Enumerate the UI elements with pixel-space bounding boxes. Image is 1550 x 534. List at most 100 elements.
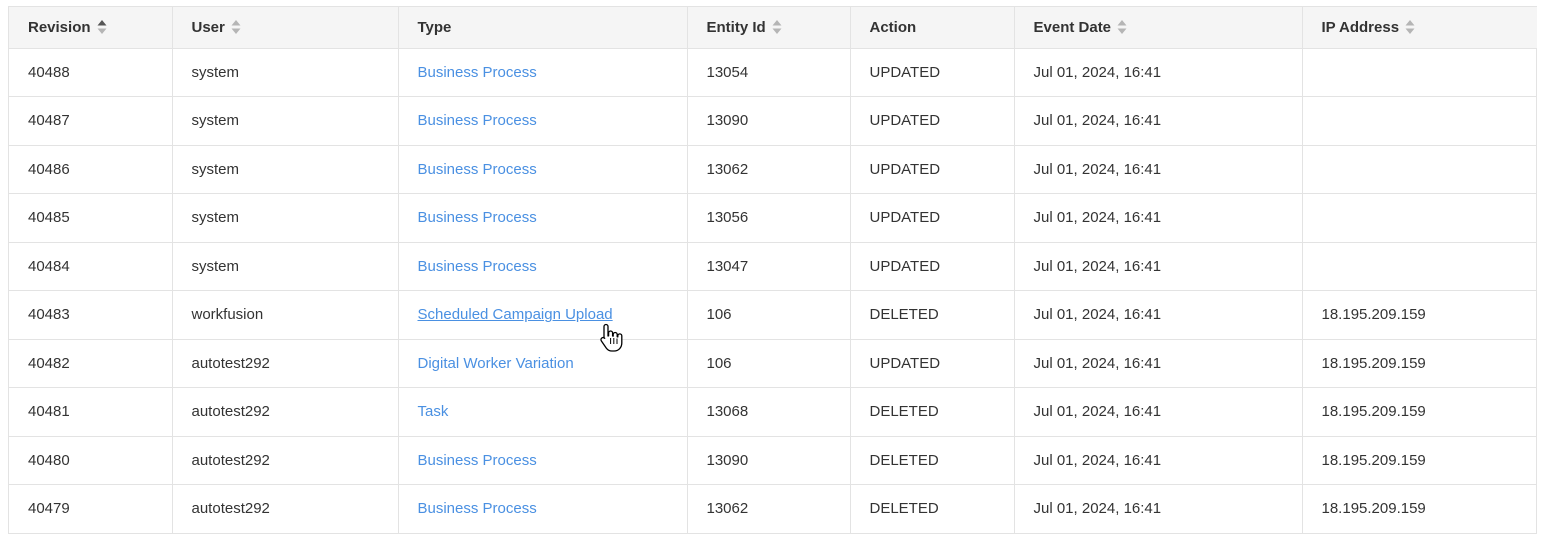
- sort-arrows-icon[interactable]: [1117, 19, 1127, 35]
- table-row: 40488 system Business Process 13054 UPDATED J…: [9, 48, 1537, 97]
- cell-event-date: Jul 01, 2024, 16:41: [1014, 145, 1303, 194]
- cell-event-date: Jul 01, 2024, 16:41: [1014, 290, 1303, 340]
- audit-log-table: Revision User Type Entity Id Action Event Dat…: [9, 7, 1537, 534]
- cell-value: DELETED: [869, 306, 939, 324]
- cell-ip-address: [1302, 48, 1537, 97]
- cell-action: UPDATED: [850, 145, 1015, 194]
- cell-value: 18.195.209.159: [1321, 306, 1426, 324]
- cell-ip-address: 18.195.209.159: [1302, 339, 1537, 388]
- cell-ip-address: [1302, 193, 1537, 243]
- type-link[interactable]: Business Process: [418, 209, 537, 226]
- table-row: 40480 autotest292 Business Process 13090 DEL…: [9, 436, 1537, 485]
- cell-value: Jul 01, 2024, 16:41: [1033, 403, 1162, 421]
- cell-event-date: Jul 01, 2024, 16:41: [1014, 48, 1303, 97]
- cell-revision: 40480: [9, 436, 173, 485]
- column-header-entity-id[interactable]: Entity Id: [687, 7, 851, 49]
- cell-value: Jul 01, 2024, 16:41: [1033, 209, 1162, 227]
- column-header-revision[interactable]: Revision: [9, 7, 173, 49]
- cell-event-date: Jul 01, 2024, 16:41: [1014, 387, 1303, 437]
- cell-value: 40484: [28, 257, 70, 275]
- cell-value: 106: [706, 306, 732, 324]
- table-row: 40484 system Business Process 13047 UPDATED J…: [9, 242, 1537, 291]
- cell-ip-address: 18.195.209.159: [1302, 290, 1537, 340]
- cell-entity-id: 13047: [687, 242, 851, 291]
- table-body: 40488 system Business Process 13054 UPDATED J…: [9, 48, 1537, 534]
- cell-entity-id: 106: [687, 290, 851, 340]
- cell-value: 40481: [28, 403, 70, 421]
- table-row: 40485 system Business Process 13056 UPDATED J…: [9, 193, 1537, 243]
- sort-arrows-icon[interactable]: [231, 19, 241, 35]
- type-link[interactable]: Task: [418, 403, 449, 420]
- column-header-ip-address[interactable]: IP Address: [1302, 7, 1537, 49]
- cell-value: workfusion: [191, 306, 264, 324]
- sort-arrows-icon[interactable]: [772, 19, 782, 35]
- column-header-user[interactable]: User: [172, 7, 399, 49]
- type-link[interactable]: Business Process: [418, 258, 537, 275]
- cell-value: autotest292: [191, 354, 270, 372]
- column-header-label: User: [191, 18, 225, 36]
- type-link[interactable]: Business Process: [418, 161, 537, 178]
- cell-event-date: Jul 01, 2024, 16:41: [1014, 193, 1303, 243]
- column-header-event-date[interactable]: Event Date: [1014, 7, 1303, 49]
- cell-type: Business Process: [398, 436, 688, 485]
- cell-value: UPDATED: [869, 209, 941, 227]
- column-header-label: IP Address: [1321, 18, 1400, 36]
- cell-entity-id: 13062: [687, 145, 851, 194]
- cell-type: Digital Worker Variation: [398, 339, 688, 388]
- cell-value: 40480: [28, 451, 70, 469]
- column-header-action: Action: [850, 7, 1015, 49]
- cell-revision: 40479: [9, 484, 173, 534]
- cell-revision: 40481: [9, 387, 173, 437]
- cell-value: system: [191, 112, 240, 130]
- cell-action: DELETED: [850, 484, 1015, 534]
- cell-value: UPDATED: [869, 63, 941, 81]
- column-header-label: Entity Id: [706, 18, 766, 36]
- cell-user: system: [172, 96, 399, 146]
- table-row: 40479 autotest292 Business Process 13062 DEL…: [9, 484, 1537, 534]
- cell-value: system: [191, 63, 240, 81]
- cell-user: autotest292: [172, 436, 399, 485]
- type-link[interactable]: Scheduled Campaign Upload: [418, 306, 613, 323]
- cell-value: Jul 01, 2024, 16:41: [1033, 354, 1162, 372]
- cell-entity-id: 13054: [687, 48, 851, 97]
- cell-value: 40479: [28, 500, 70, 518]
- cell-ip-address: 18.195.209.159: [1302, 484, 1537, 534]
- table-row: 40486 system Business Process 13062 UPDATED J…: [9, 145, 1537, 194]
- type-link[interactable]: Business Process: [418, 500, 537, 517]
- cell-entity-id: 13062: [687, 484, 851, 534]
- type-link[interactable]: Business Process: [418, 64, 537, 81]
- cell-value: 18.195.209.159: [1321, 500, 1426, 518]
- cell-type: Business Process: [398, 48, 688, 97]
- cell-value: DELETED: [869, 403, 939, 421]
- cell-value: 13047: [706, 257, 749, 275]
- cell-value: Jul 01, 2024, 16:41: [1033, 306, 1162, 324]
- cell-action: UPDATED: [850, 339, 1015, 388]
- cell-user: autotest292: [172, 387, 399, 437]
- type-link[interactable]: Digital Worker Variation: [418, 355, 574, 372]
- cell-value: Jul 01, 2024, 16:41: [1033, 112, 1162, 130]
- cell-event-date: Jul 01, 2024, 16:41: [1014, 484, 1303, 534]
- sort-arrows-icon[interactable]: [97, 19, 107, 35]
- cell-action: UPDATED: [850, 242, 1015, 291]
- type-link[interactable]: Business Process: [418, 452, 537, 469]
- cell-action: DELETED: [850, 436, 1015, 485]
- cell-value: 40486: [28, 160, 70, 178]
- cell-value: 13090: [706, 451, 749, 469]
- cell-user: system: [172, 48, 399, 97]
- cell-value: 40485: [28, 209, 70, 227]
- sort-arrows-icon[interactable]: [1405, 19, 1415, 35]
- cell-ip-address: [1302, 242, 1537, 291]
- table-row: 40481 autotest292 Task 13068 DELETED Jul 01, …: [9, 387, 1537, 437]
- cell-revision: 40483: [9, 290, 173, 340]
- table-header: Revision User Type Entity Id Action Event Dat…: [9, 7, 1537, 49]
- cell-type: Business Process: [398, 484, 688, 534]
- column-header-label: Type: [417, 18, 452, 36]
- type-link[interactable]: Business Process: [418, 112, 537, 129]
- cell-value: 18.195.209.159: [1321, 451, 1426, 469]
- cell-revision: 40486: [9, 145, 173, 194]
- cell-revision: 40482: [9, 339, 173, 388]
- header-row: Revision User Type Entity Id Action Event Dat…: [9, 7, 1537, 49]
- cell-ip-address: [1302, 96, 1537, 146]
- cell-user: system: [172, 242, 399, 291]
- cell-revision: 40488: [9, 48, 173, 97]
